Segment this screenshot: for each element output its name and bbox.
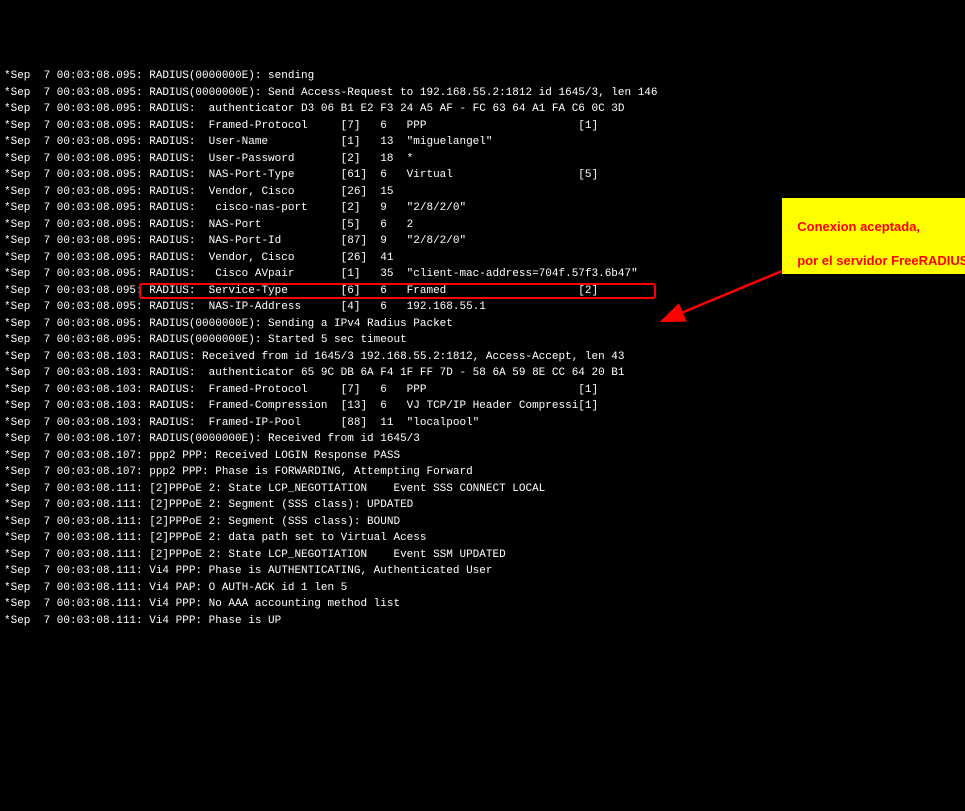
log-line: *Sep 7 00:03:08.095: RADIUS: User-Passwo… [4, 151, 961, 168]
annotation-label: Conexion aceptada, por el servidor FreeR… [782, 198, 965, 274]
log-line: *Sep 7 00:03:08.095: RADIUS: Service-Typ… [4, 283, 961, 300]
log-line: *Sep 7 00:03:08.107: ppp2 PPP: Received … [4, 448, 961, 465]
log-line: *Sep 7 00:03:08.103: RADIUS: Framed-Prot… [4, 382, 961, 399]
annotation-line2: por el servidor FreeRADIUS [797, 253, 965, 268]
terminal-log: *Sep 7 00:03:08.095: RADIUS(0000000E): s… [4, 68, 961, 629]
log-line: *Sep 7 00:03:08.111: Vi4 PAP: O AUTH-ACK… [4, 580, 961, 597]
log-line: *Sep 7 00:03:08.095: RADIUS: NAS-Port-Ty… [4, 167, 961, 184]
log-line: *Sep 7 00:03:08.095: RADIUS: User-Name [… [4, 134, 961, 151]
log-line: *Sep 7 00:03:08.095: RADIUS: NAS-IP-Addr… [4, 299, 961, 316]
log-line: *Sep 7 00:03:08.095: RADIUS(0000000E): S… [4, 316, 961, 333]
log-line: *Sep 7 00:03:08.103: RADIUS: Received fr… [4, 349, 961, 366]
log-line: *Sep 7 00:03:08.103: RADIUS: Framed-Comp… [4, 398, 961, 415]
log-line: *Sep 7 00:03:08.111: [2]PPPoE 2: State L… [4, 481, 961, 498]
log-line: *Sep 7 00:03:08.111: [2]PPPoE 2: State L… [4, 547, 961, 564]
log-line: *Sep 7 00:03:08.107: ppp2 PPP: Phase is … [4, 464, 961, 481]
log-line: *Sep 7 00:03:08.095: RADIUS: Framed-Prot… [4, 118, 961, 135]
annotation-line1: Conexion aceptada, [797, 219, 920, 234]
log-line: *Sep 7 00:03:08.111: Vi4 PPP: Phase is A… [4, 563, 961, 580]
log-line: *Sep 7 00:03:08.095: RADIUS(0000000E): S… [4, 85, 961, 102]
log-line: *Sep 7 00:03:08.111: Vi4 PPP: Phase is U… [4, 613, 961, 630]
log-line: *Sep 7 00:03:08.111: [2]PPPoE 2: Segment… [4, 514, 961, 531]
log-line: *Sep 7 00:03:08.111: [2]PPPoE 2: data pa… [4, 530, 961, 547]
log-line: *Sep 7 00:03:08.107: RADIUS(0000000E): R… [4, 431, 961, 448]
log-line: *Sep 7 00:03:08.103: RADIUS: authenticat… [4, 365, 961, 382]
log-line: *Sep 7 00:03:08.095: RADIUS(0000000E): S… [4, 332, 961, 349]
log-line: *Sep 7 00:03:08.111: Vi4 PPP: No AAA acc… [4, 596, 961, 613]
log-line: *Sep 7 00:03:08.111: [2]PPPoE 2: Segment… [4, 497, 961, 514]
log-line: *Sep 7 00:03:08.095: RADIUS(0000000E): s… [4, 68, 961, 85]
log-line: *Sep 7 00:03:08.103: RADIUS: Framed-IP-P… [4, 415, 961, 432]
log-line: *Sep 7 00:03:08.095: RADIUS: authenticat… [4, 101, 961, 118]
